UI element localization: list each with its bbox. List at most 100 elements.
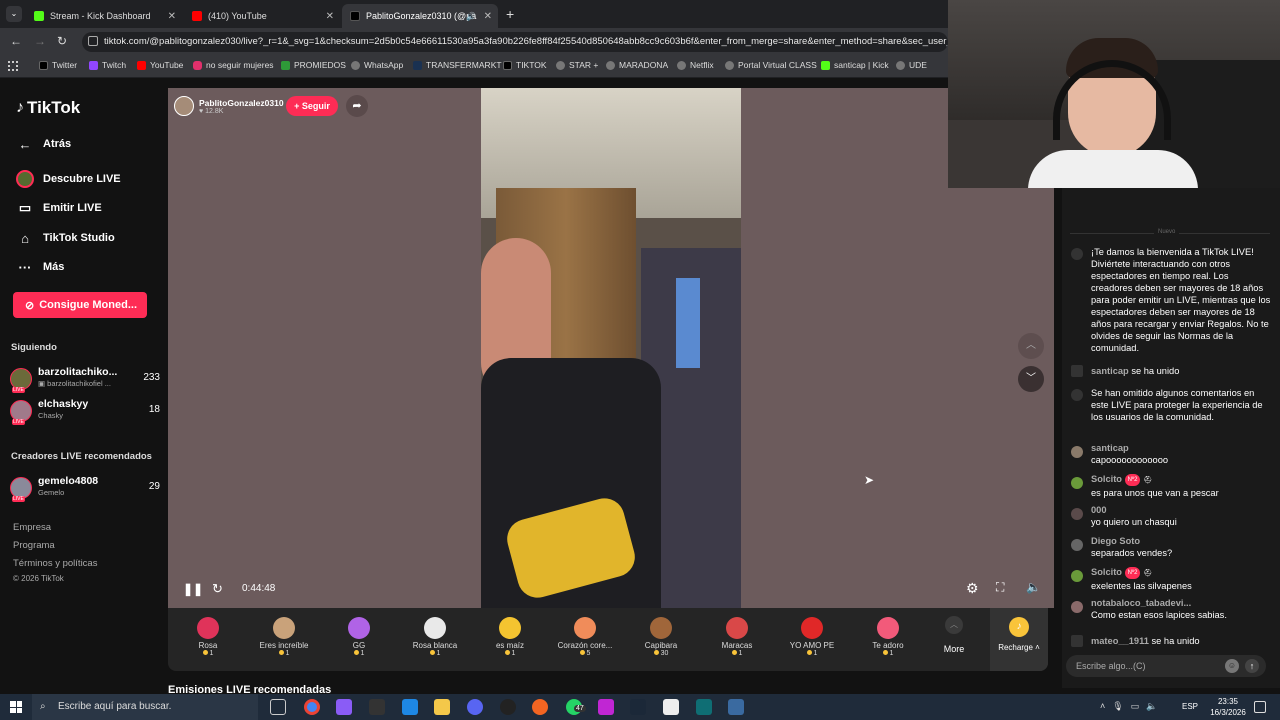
chrome-icon[interactable] [304, 699, 320, 715]
avatar[interactable] [1071, 477, 1083, 489]
capcut-icon[interactable] [663, 699, 679, 715]
gift-item[interactable]: Te adoro 1 [852, 612, 924, 668]
avatar[interactable] [1071, 601, 1083, 613]
emoji-icon[interactable]: ☺ [1225, 659, 1239, 673]
footer-empresa[interactable]: Empresa [13, 522, 51, 533]
bookmark-tiktok[interactable]: TIKTOK [503, 60, 547, 70]
volume-icon[interactable]: 🔈 [1026, 580, 1041, 594]
recommended-item[interactable]: LIVE gemelo4808 Gemelo 29 [10, 475, 160, 503]
close-tab-icon[interactable]: ✕ [168, 11, 176, 22]
bookmark-santicap-kick[interactable]: santicap | Kick [821, 60, 889, 70]
tab-youtube[interactable]: (410) YouTube ✕ [184, 4, 340, 28]
clock[interactable]: 23:35 16/3/2026 [1208, 696, 1248, 718]
nav-mas[interactable]: ··· Más [16, 258, 65, 276]
gift-item[interactable]: Rosa 1 [172, 612, 244, 668]
gift-item[interactable]: YO AMO PE 1 [776, 612, 848, 668]
nav-descubre-live[interactable]: Descubre LIVE [16, 170, 121, 188]
host-info[interactable]: PablitoGonzalez0310 ♥ 12.8K [174, 95, 284, 117]
bookmark-transfermarkt[interactable]: TRANSFERMARKT [413, 60, 502, 70]
get-coins-button[interactable]: ⊘ Consigue Moned... [13, 292, 147, 318]
back-arrow-icon: ← [18, 136, 32, 152]
bookmark-twitch[interactable]: Twitch [89, 60, 126, 70]
gift-item[interactable]: Corazón core... 5 [549, 612, 621, 668]
host-avatar[interactable] [174, 96, 194, 116]
avatar[interactable] [1071, 539, 1083, 551]
gift-item[interactable]: Maracas 1 [701, 612, 773, 668]
refresh-icon[interactable]: ↻ [212, 581, 223, 597]
bookmark-promiedos[interactable]: PROMIEDOS [281, 60, 346, 70]
tiktok-logo[interactable]: ♪ TikTok [16, 98, 80, 118]
discord-icon[interactable] [467, 699, 483, 715]
tab-tiktok-live[interactable]: PablitoGonzalez0310 (@pa 🔊 ✕ [342, 4, 498, 28]
bookmark-portal-virtual[interactable]: Portal Virtual CLASS [725, 60, 817, 70]
avatar[interactable] [1071, 508, 1083, 520]
tab-kick-dashboard[interactable]: Stream - Kick Dashboard ✕ [26, 4, 182, 28]
bookmark-instagram[interactable]: no seguir mujeres [193, 60, 274, 70]
app-icon[interactable] [598, 699, 614, 715]
gift-item[interactable]: Rosa blanca 1 [399, 612, 471, 668]
bookmark-ude[interactable]: UDE [896, 60, 927, 70]
avatar[interactable] [1071, 446, 1083, 458]
notification-center-icon[interactable] [1254, 701, 1266, 713]
bookmark-youtube[interactable]: YouTube [137, 60, 183, 70]
new-tab-button[interactable]: + [506, 6, 514, 22]
taskbar-search[interactable]: ⌕ Escribe aquí para buscar. [32, 694, 258, 720]
language-indicator[interactable]: ESP [1182, 702, 1198, 711]
more-gifts-button[interactable]: ︿ More [938, 616, 970, 654]
chevron-up-icon[interactable]: ˄ [1100, 701, 1105, 712]
tab-list-chevron-icon[interactable]: ⌄ [6, 6, 22, 22]
avatar[interactable] [1071, 570, 1083, 582]
footer-programa[interactable]: Programa [13, 540, 55, 551]
nav-tiktok-studio[interactable]: ⌂ TikTok Studio [16, 229, 115, 247]
microphone-icon[interactable]: 🎙 [1112, 701, 1123, 712]
gift-item[interactable]: GG 1 [323, 612, 395, 668]
app-icon[interactable] [696, 699, 712, 715]
url-field[interactable]: tiktok.com/@pablitogonzalez030/live?_r=1… [82, 32, 948, 52]
previous-live-button[interactable]: ︿ [1018, 333, 1044, 359]
whatsapp-icon[interactable]: 47 [566, 699, 586, 715]
following-item[interactable]: LIVE barzolitachiko... ▣ barzolitachikof… [10, 366, 160, 394]
pause-button[interactable]: ❚❚ [183, 582, 203, 596]
nav-emitir-live[interactable]: ▭ Emitir LIVE [16, 199, 102, 217]
gift-item[interactable]: es maíz 1 [474, 612, 546, 668]
obs-icon[interactable] [500, 699, 516, 715]
recharge-button[interactable]: ♪ Recharge ˄ [990, 608, 1048, 671]
follow-button[interactable]: + Seguir [286, 96, 338, 116]
back-link[interactable]: ← Atrás [16, 135, 72, 153]
shield-icon[interactable] [728, 699, 744, 715]
file-explorer-icon[interactable] [434, 699, 450, 715]
back-arrow-icon[interactable]: ← [10, 34, 22, 48]
steam-icon[interactable] [630, 699, 646, 715]
gift-item[interactable]: Capibara 30 [625, 612, 697, 668]
fullscreen-icon[interactable]: ⛶ [996, 580, 1004, 595]
audio-playing-icon[interactable]: 🔊 [466, 12, 476, 21]
bookmark-star-plus[interactable]: STAR + [556, 60, 598, 70]
app-icon[interactable] [532, 699, 548, 715]
epic-games-icon[interactable] [369, 699, 385, 715]
bookmark-maradona[interactable]: MARADONA [606, 60, 668, 70]
site-info-icon[interactable] [88, 36, 98, 46]
footer-terminos[interactable]: Términos y políticas [13, 558, 97, 569]
reload-icon[interactable]: ↻ [57, 34, 67, 48]
close-tab-icon[interactable]: ✕ [326, 11, 334, 22]
edge-icon[interactable] [402, 699, 418, 715]
volume-icon[interactable]: 🔈 [1146, 701, 1157, 712]
task-view-icon[interactable] [270, 699, 286, 715]
apps-grid-icon[interactable] [8, 61, 18, 71]
bookmark-whatsapp[interactable]: WhatsApp [351, 60, 403, 70]
network-icon[interactable]: ▭ [1131, 701, 1140, 712]
windows-start-icon[interactable] [10, 701, 22, 713]
bookmark-twitter[interactable]: Twitter [39, 60, 77, 70]
copilot-icon[interactable] [336, 699, 352, 715]
forward-arrow-icon[interactable]: → [34, 34, 46, 48]
settings-gear-icon[interactable]: ⚙ [966, 580, 979, 597]
send-icon[interactable]: ↑ [1245, 659, 1259, 673]
gift-item[interactable]: Eres increíble 1 [248, 612, 320, 668]
live-video[interactable] [481, 88, 741, 608]
following-item[interactable]: LIVE elchaskyy Chasky 18 [10, 398, 160, 426]
share-icon[interactable]: ➦ [346, 95, 368, 117]
close-tab-icon[interactable]: ✕ [484, 11, 492, 22]
notification-badge: 47 [574, 705, 586, 712]
next-live-button[interactable]: ﹀ [1018, 366, 1044, 392]
bookmark-netflix[interactable]: Netflix [677, 60, 714, 70]
